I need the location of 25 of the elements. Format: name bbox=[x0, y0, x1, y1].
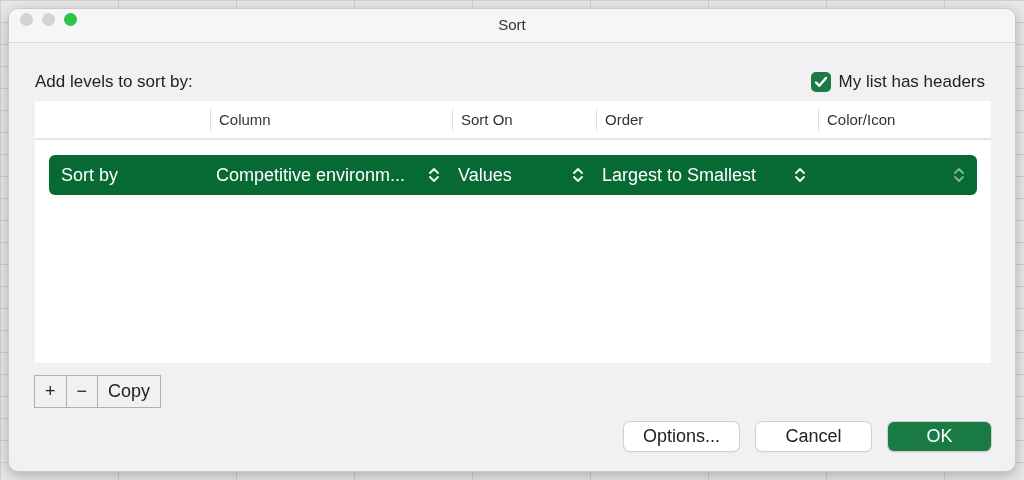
column-header: Sort On bbox=[452, 108, 596, 131]
copy-button[interactable]: Copy bbox=[97, 375, 162, 408]
window-title: Sort bbox=[498, 15, 526, 36]
chevron-icon bbox=[572, 166, 584, 184]
dialog-button[interactable]: Options... bbox=[624, 422, 739, 451]
checkbox-label: My list has headers bbox=[838, 71, 985, 94]
chevron-icon bbox=[953, 166, 965, 184]
chevron-icon bbox=[428, 166, 440, 184]
add-button[interactable]: + bbox=[34, 375, 67, 408]
row-label: Sort by bbox=[60, 163, 120, 187]
ok-button[interactable]: OK bbox=[888, 422, 991, 451]
minimize-button[interactable] bbox=[42, 13, 55, 26]
dropdown[interactable]: Competitive environm... bbox=[210, 161, 452, 189]
dropdown[interactable]: Largest to Smallest bbox=[596, 161, 818, 189]
close-button[interactable] bbox=[20, 13, 33, 26]
column-header: Color/Icon bbox=[818, 108, 991, 131]
column-header: Order bbox=[596, 108, 818, 131]
chevron-icon bbox=[794, 166, 806, 184]
dialog-button[interactable]: Cancel bbox=[756, 422, 871, 451]
dropdown[interactable]: Values bbox=[452, 161, 596, 189]
zoom-button[interactable] bbox=[64, 13, 77, 26]
instruction-label: Add levels to sort by: bbox=[35, 71, 193, 94]
headers-checkbox[interactable] bbox=[810, 72, 831, 92]
sort-level-row[interactable]: Sort by Competitive environm... Values Largest to Smallest bbox=[49, 155, 977, 195]
column-header: Column bbox=[210, 108, 452, 131]
